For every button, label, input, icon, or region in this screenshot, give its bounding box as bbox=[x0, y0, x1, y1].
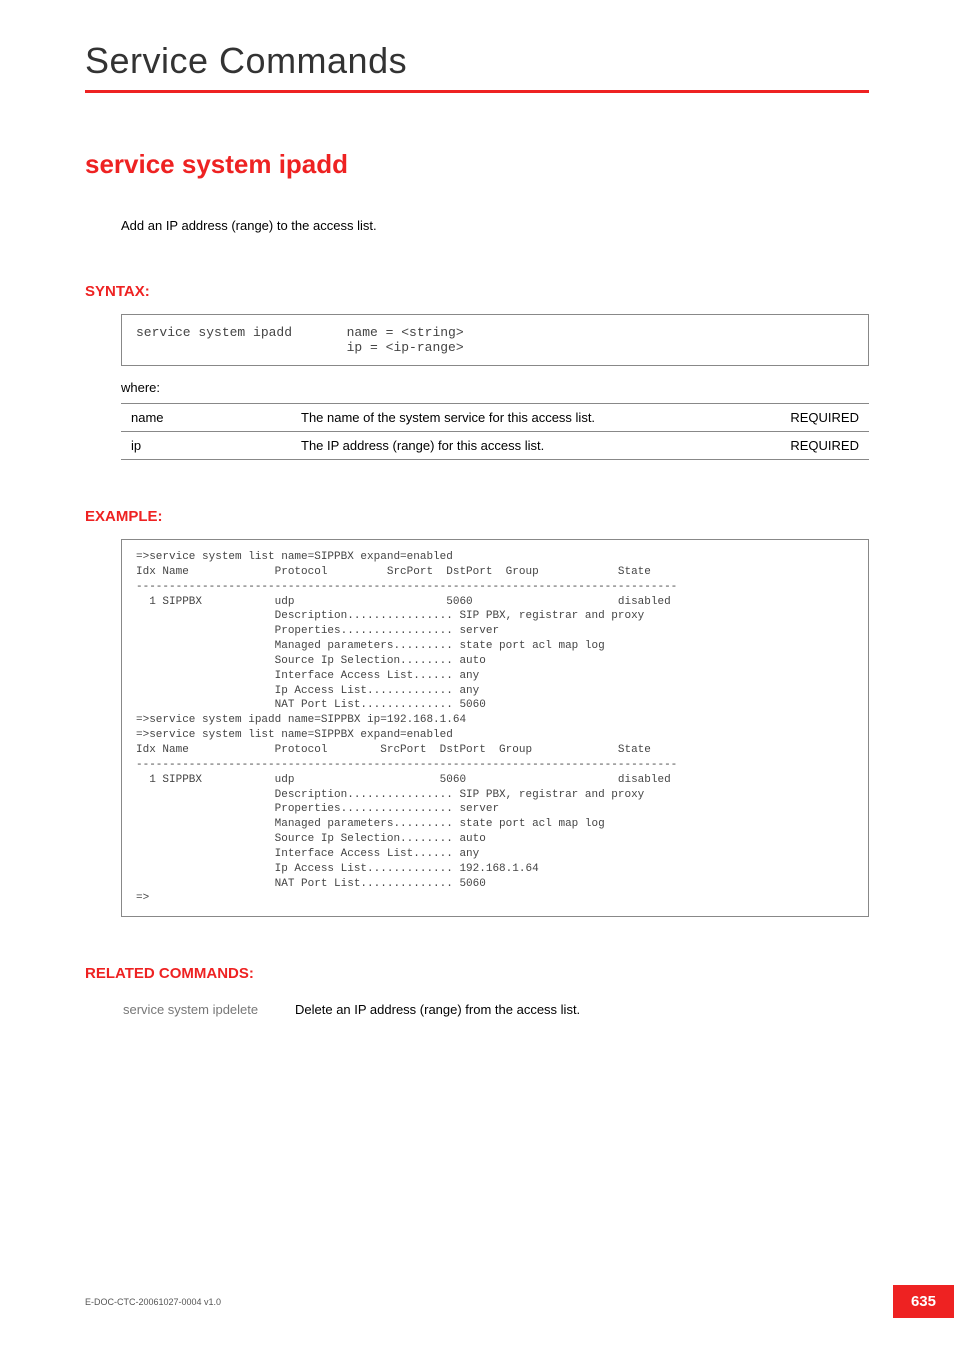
doc-id: E-DOC-CTC-20061027-0004 v1.0 bbox=[85, 1297, 221, 1307]
related-row: service system ipdelete Delete an IP add… bbox=[123, 998, 596, 1021]
related-table: service system ipdelete Delete an IP add… bbox=[121, 996, 598, 1023]
header-rule bbox=[85, 90, 869, 93]
param-table: name The name of the system service for … bbox=[121, 403, 869, 460]
param-name: name bbox=[121, 404, 291, 432]
example-heading: EXAMPLE: bbox=[85, 508, 869, 525]
syntax-block: service system ipadd name = <string> ip … bbox=[121, 314, 869, 366]
related-heading: RELATED COMMANDS: bbox=[85, 965, 869, 982]
page-number-badge: 635 bbox=[893, 1285, 954, 1318]
param-req: REQUIRED bbox=[759, 432, 869, 460]
related-cmd: service system ipdelete bbox=[123, 998, 293, 1021]
param-row: name The name of the system service for … bbox=[121, 404, 869, 432]
param-desc: The IP address (range) for this access l… bbox=[291, 432, 759, 460]
command-title: service system ipadd bbox=[85, 149, 869, 180]
param-name: ip bbox=[121, 432, 291, 460]
param-desc: The name of the system service for this … bbox=[291, 404, 759, 432]
command-description: Add an IP address (range) to the access … bbox=[121, 218, 869, 233]
param-req: REQUIRED bbox=[759, 404, 869, 432]
syntax-heading: SYNTAX: bbox=[85, 283, 869, 300]
chapter-title: Service Commands bbox=[85, 40, 869, 82]
param-row: ip The IP address (range) for this acces… bbox=[121, 432, 869, 460]
related-desc: Delete an IP address (range) from the ac… bbox=[295, 998, 596, 1021]
page-footer: E-DOC-CTC-20061027-0004 v1.0 635 bbox=[85, 1285, 954, 1318]
example-block: =>service system list name=SIPPBX expand… bbox=[121, 539, 869, 917]
where-label: where: bbox=[121, 380, 869, 395]
